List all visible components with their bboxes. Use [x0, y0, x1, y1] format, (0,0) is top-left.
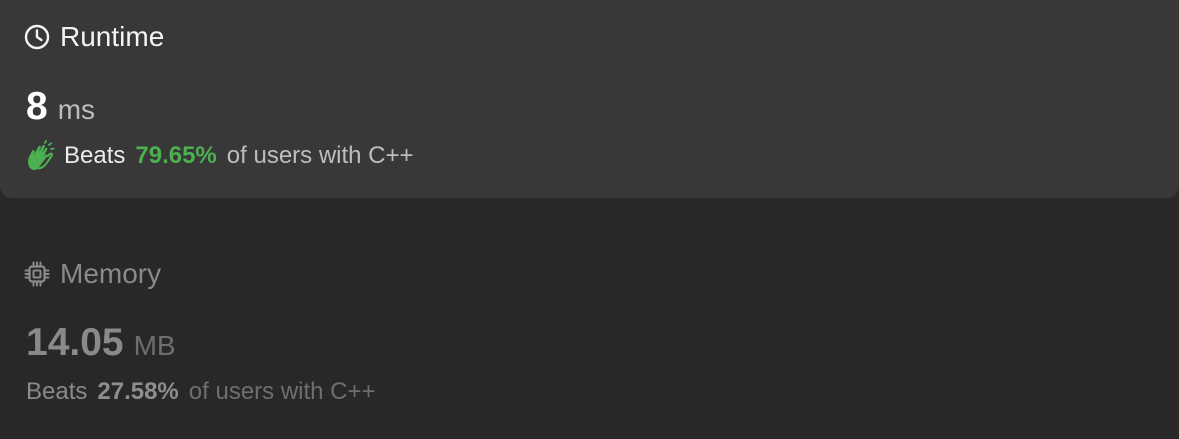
runtime-beats-percent: 79.65% [135, 142, 217, 169]
memory-card[interactable]: Memory 14.05 MB Beats 27.58% of users wi… [0, 198, 1179, 439]
runtime-title: Runtime [60, 21, 165, 52]
chip-icon [24, 261, 50, 287]
runtime-value: 8 [26, 85, 48, 128]
memory-value: 14.05 [26, 321, 124, 364]
memory-beats-suffix: of users with C++ [188, 378, 376, 405]
memory-beats-row: Beats 27.58% of users with C++ [26, 374, 376, 410]
memory-beats-label: Beats [26, 378, 88, 405]
runtime-value-row: 8 ms [26, 82, 95, 135]
memory-unit: MB [133, 330, 176, 361]
memory-beats-percent: 27.58% [97, 378, 179, 405]
runtime-beats-suffix: of users with C++ [226, 142, 414, 169]
runtime-unit: ms [57, 94, 96, 125]
memory-title: Memory [60, 258, 162, 289]
memory-value-row: 14.05 MB [26, 318, 176, 371]
runtime-beats-row: Beats 79.65% of users with C++ [24, 138, 414, 174]
runtime-card[interactable]: Runtime 8 ms Beats 79.65% of users with … [0, 0, 1179, 198]
clap-icon [24, 140, 56, 172]
clock-icon [24, 24, 50, 50]
runtime-title-row: Runtime [24, 17, 164, 57]
memory-title-row: Memory [24, 254, 161, 294]
runtime-beats-label: Beats [64, 142, 126, 169]
